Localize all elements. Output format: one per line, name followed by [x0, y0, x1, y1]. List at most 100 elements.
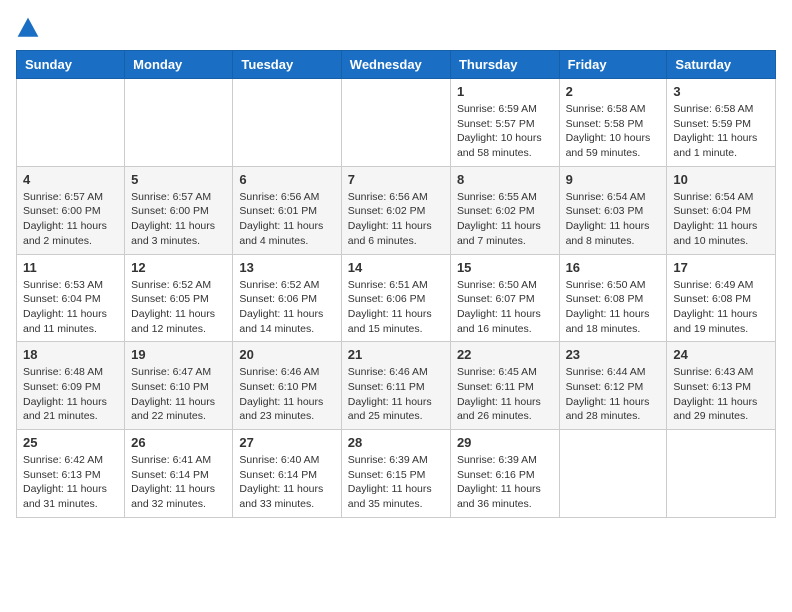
calendar-day-cell: 26 Sunrise: 6:41 AM Sunset: 6:14 PM Dayli… — [125, 430, 233, 518]
day-info: Sunrise: 6:50 AM Sunset: 6:08 PM Dayligh… — [566, 278, 661, 337]
calendar-day-cell: 4 Sunrise: 6:57 AM Sunset: 6:00 PM Daylig… — [17, 166, 125, 254]
calendar-day-cell: 11 Sunrise: 6:53 AM Sunset: 6:04 PM Dayli… — [17, 254, 125, 342]
calendar-day-cell — [125, 79, 233, 167]
calendar-day-cell — [17, 79, 125, 167]
day-info: Sunrise: 6:43 AM Sunset: 6:13 PM Dayligh… — [673, 365, 769, 424]
calendar-header-cell: Monday — [125, 51, 233, 79]
day-info: Sunrise: 6:58 AM Sunset: 5:59 PM Dayligh… — [673, 102, 769, 161]
day-info: Sunrise: 6:39 AM Sunset: 6:16 PM Dayligh… — [457, 453, 553, 512]
day-info: Sunrise: 6:40 AM Sunset: 6:14 PM Dayligh… — [239, 453, 334, 512]
day-number: 2 — [566, 84, 661, 99]
day-info: Sunrise: 6:55 AM Sunset: 6:02 PM Dayligh… — [457, 190, 553, 249]
day-info: Sunrise: 6:52 AM Sunset: 6:06 PM Dayligh… — [239, 278, 334, 337]
calendar-day-cell — [233, 79, 341, 167]
day-number: 14 — [348, 260, 444, 275]
calendar-day-cell: 24 Sunrise: 6:43 AM Sunset: 6:13 PM Dayli… — [667, 342, 776, 430]
day-number: 8 — [457, 172, 553, 187]
day-info: Sunrise: 6:45 AM Sunset: 6:11 PM Dayligh… — [457, 365, 553, 424]
day-number: 17 — [673, 260, 769, 275]
day-info: Sunrise: 6:56 AM Sunset: 6:02 PM Dayligh… — [348, 190, 444, 249]
calendar-day-cell — [559, 430, 667, 518]
day-info: Sunrise: 6:59 AM Sunset: 5:57 PM Dayligh… — [457, 102, 553, 161]
calendar-week-row: 11 Sunrise: 6:53 AM Sunset: 6:04 PM Dayli… — [17, 254, 776, 342]
day-info: Sunrise: 6:58 AM Sunset: 5:58 PM Dayligh… — [566, 102, 661, 161]
day-info: Sunrise: 6:57 AM Sunset: 6:00 PM Dayligh… — [131, 190, 226, 249]
calendar-day-cell: 9 Sunrise: 6:54 AM Sunset: 6:03 PM Daylig… — [559, 166, 667, 254]
day-number: 23 — [566, 347, 661, 362]
calendar-day-cell: 14 Sunrise: 6:51 AM Sunset: 6:06 PM Dayli… — [341, 254, 450, 342]
calendar-day-cell: 5 Sunrise: 6:57 AM Sunset: 6:00 PM Daylig… — [125, 166, 233, 254]
day-info: Sunrise: 6:51 AM Sunset: 6:06 PM Dayligh… — [348, 278, 444, 337]
day-info: Sunrise: 6:54 AM Sunset: 6:04 PM Dayligh… — [673, 190, 769, 249]
calendar-day-cell: 22 Sunrise: 6:45 AM Sunset: 6:11 PM Dayli… — [450, 342, 559, 430]
day-info: Sunrise: 6:39 AM Sunset: 6:15 PM Dayligh… — [348, 453, 444, 512]
logo-icon — [16, 16, 40, 40]
day-number: 3 — [673, 84, 769, 99]
calendar-week-row: 1 Sunrise: 6:59 AM Sunset: 5:57 PM Daylig… — [17, 79, 776, 167]
day-number: 6 — [239, 172, 334, 187]
day-info: Sunrise: 6:57 AM Sunset: 6:00 PM Dayligh… — [23, 190, 118, 249]
day-info: Sunrise: 6:52 AM Sunset: 6:05 PM Dayligh… — [131, 278, 226, 337]
day-number: 20 — [239, 347, 334, 362]
day-info: Sunrise: 6:41 AM Sunset: 6:14 PM Dayligh… — [131, 453, 226, 512]
calendar-day-cell: 17 Sunrise: 6:49 AM Sunset: 6:08 PM Dayli… — [667, 254, 776, 342]
day-number: 11 — [23, 260, 118, 275]
day-number: 5 — [131, 172, 226, 187]
day-info: Sunrise: 6:44 AM Sunset: 6:12 PM Dayligh… — [566, 365, 661, 424]
calendar-day-cell: 19 Sunrise: 6:47 AM Sunset: 6:10 PM Dayli… — [125, 342, 233, 430]
calendar-header-cell: Wednesday — [341, 51, 450, 79]
calendar-day-cell: 23 Sunrise: 6:44 AM Sunset: 6:12 PM Dayli… — [559, 342, 667, 430]
day-number: 26 — [131, 435, 226, 450]
day-number: 12 — [131, 260, 226, 275]
calendar-day-cell — [341, 79, 450, 167]
day-number: 10 — [673, 172, 769, 187]
day-number: 25 — [23, 435, 118, 450]
day-number: 4 — [23, 172, 118, 187]
day-info: Sunrise: 6:54 AM Sunset: 6:03 PM Dayligh… — [566, 190, 661, 249]
day-number: 28 — [348, 435, 444, 450]
calendar-week-row: 4 Sunrise: 6:57 AM Sunset: 6:00 PM Daylig… — [17, 166, 776, 254]
day-info: Sunrise: 6:53 AM Sunset: 6:04 PM Dayligh… — [23, 278, 118, 337]
calendar-day-cell: 2 Sunrise: 6:58 AM Sunset: 5:58 PM Daylig… — [559, 79, 667, 167]
calendar-day-cell: 6 Sunrise: 6:56 AM Sunset: 6:01 PM Daylig… — [233, 166, 341, 254]
day-info: Sunrise: 6:46 AM Sunset: 6:11 PM Dayligh… — [348, 365, 444, 424]
calendar-week-row: 25 Sunrise: 6:42 AM Sunset: 6:13 PM Dayli… — [17, 430, 776, 518]
calendar-day-cell: 12 Sunrise: 6:52 AM Sunset: 6:05 PM Dayli… — [125, 254, 233, 342]
day-number: 13 — [239, 260, 334, 275]
calendar-day-cell: 28 Sunrise: 6:39 AM Sunset: 6:15 PM Dayli… — [341, 430, 450, 518]
calendar-day-cell: 16 Sunrise: 6:50 AM Sunset: 6:08 PM Dayli… — [559, 254, 667, 342]
day-number: 15 — [457, 260, 553, 275]
calendar-day-cell: 8 Sunrise: 6:55 AM Sunset: 6:02 PM Daylig… — [450, 166, 559, 254]
calendar-header-cell: Tuesday — [233, 51, 341, 79]
calendar-day-cell: 29 Sunrise: 6:39 AM Sunset: 6:16 PM Dayli… — [450, 430, 559, 518]
calendar-day-cell — [667, 430, 776, 518]
day-number: 18 — [23, 347, 118, 362]
calendar-day-cell: 25 Sunrise: 6:42 AM Sunset: 6:13 PM Dayli… — [17, 430, 125, 518]
day-info: Sunrise: 6:49 AM Sunset: 6:08 PM Dayligh… — [673, 278, 769, 337]
day-number: 7 — [348, 172, 444, 187]
day-info: Sunrise: 6:56 AM Sunset: 6:01 PM Dayligh… — [239, 190, 334, 249]
logo — [16, 16, 44, 40]
calendar-day-cell: 21Sunrise: 6:46 AM Sunset: 6:11 PM Dayli… — [341, 342, 450, 430]
calendar-week-row: 18 Sunrise: 6:48 AM Sunset: 6:09 PM Dayli… — [17, 342, 776, 430]
calendar-day-cell: 13 Sunrise: 6:52 AM Sunset: 6:06 PM Dayli… — [233, 254, 341, 342]
day-info: Sunrise: 6:48 AM Sunset: 6:09 PM Dayligh… — [23, 365, 118, 424]
day-number: 9 — [566, 172, 661, 187]
calendar-header-cell: Friday — [559, 51, 667, 79]
calendar-day-cell: 18 Sunrise: 6:48 AM Sunset: 6:09 PM Dayli… — [17, 342, 125, 430]
day-info: Sunrise: 6:46 AM Sunset: 6:10 PM Dayligh… — [239, 365, 334, 424]
day-number: 24 — [673, 347, 769, 362]
day-number: 1 — [457, 84, 553, 99]
page-header — [16, 16, 776, 40]
calendar-header-cell: Sunday — [17, 51, 125, 79]
calendar-header-cell: Thursday — [450, 51, 559, 79]
day-number: 16 — [566, 260, 661, 275]
day-number: 22 — [457, 347, 553, 362]
calendar-day-cell: 15Sunrise: 6:50 AM Sunset: 6:07 PM Dayli… — [450, 254, 559, 342]
day-number: 29 — [457, 435, 553, 450]
calendar-header-row: SundayMondayTuesdayWednesdayThursdayFrid… — [17, 51, 776, 79]
day-info: Sunrise: 6:42 AM Sunset: 6:13 PM Dayligh… — [23, 453, 118, 512]
day-number: 19 — [131, 347, 226, 362]
day-info: Sunrise: 6:47 AM Sunset: 6:10 PM Dayligh… — [131, 365, 226, 424]
calendar-day-cell: 27Sunrise: 6:40 AM Sunset: 6:14 PM Dayli… — [233, 430, 341, 518]
